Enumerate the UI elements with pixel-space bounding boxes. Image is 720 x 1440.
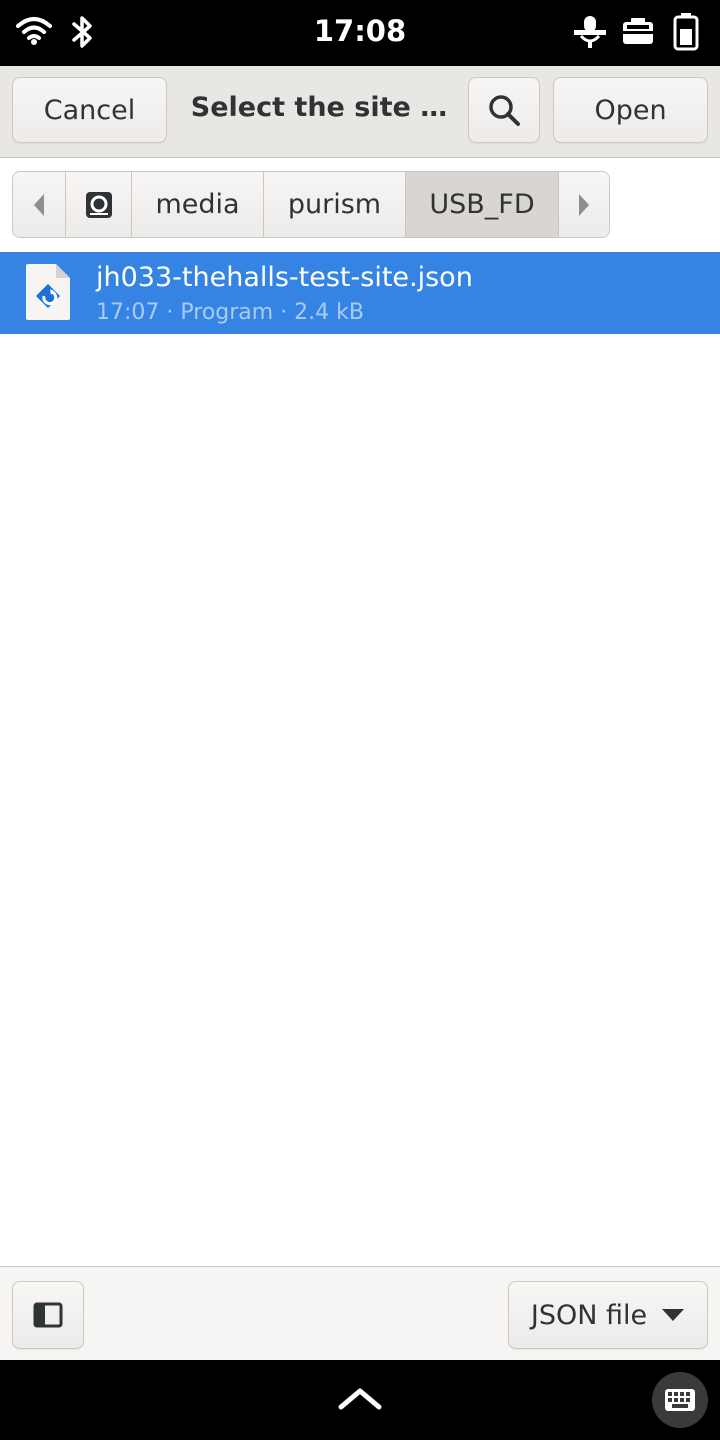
dialog-title: Select the site … <box>190 92 448 123</box>
dropdown-arrow-icon <box>662 1309 685 1321</box>
search-button[interactable] <box>468 77 540 143</box>
camera-muted-icon <box>621 18 655 44</box>
action-bar: JSON file <box>0 1266 720 1360</box>
status-bar: 17:08 <box>0 0 720 66</box>
search-icon <box>489 95 520 126</box>
pathbar-area: media purism USB_FD <box>0 158 720 252</box>
file-name: jh033-thehalls-test-site.json <box>96 262 473 293</box>
file-meta: 17:07 · Program · 2.4 kB <box>96 300 364 325</box>
path-segment-label: USB_FD <box>429 189 535 220</box>
battery-icon <box>673 13 699 51</box>
sidebar-toggle-icon <box>33 1302 63 1328</box>
drive-icon <box>85 191 112 218</box>
clock: 17:08 <box>313 14 407 48</box>
chevron-left-icon <box>34 193 44 216</box>
path-root-button[interactable] <box>66 172 132 237</box>
keyboard-icon <box>665 1389 695 1411</box>
script-file-icon <box>26 264 70 320</box>
keyboard-toggle-button[interactable] <box>652 1372 708 1428</box>
chevron-right-icon <box>579 193 589 216</box>
filter-label: JSON file <box>530 1299 648 1331</box>
path-bar: media purism USB_FD <box>12 171 610 238</box>
path-forward-button[interactable] <box>559 172 609 237</box>
path-back-button[interactable] <box>13 172 66 237</box>
open-button[interactable]: Open <box>553 77 708 143</box>
microphone-muted-icon <box>574 16 606 48</box>
file-list: jh033-thehalls-test-site.json 17:07 · Pr… <box>0 252 720 1266</box>
path-segment-media[interactable]: media <box>132 172 264 237</box>
gesture-bar <box>0 1360 720 1440</box>
path-segment-label: purism <box>287 189 382 220</box>
chevron-up-icon[interactable] <box>338 1386 382 1410</box>
open-label: Open <box>594 94 667 126</box>
file-filter-dropdown[interactable]: JSON file <box>508 1281 708 1349</box>
cancel-button[interactable]: Cancel <box>12 77 167 143</box>
path-segment-usb-fd[interactable]: USB_FD <box>406 172 559 237</box>
path-segment-label: media <box>155 189 240 220</box>
header-bar: Cancel Select the site … Open <box>0 66 720 158</box>
file-row-selected[interactable]: jh033-thehalls-test-site.json 17:07 · Pr… <box>0 252 720 334</box>
cancel-label: Cancel <box>43 94 136 126</box>
path-segment-purism[interactable]: purism <box>264 172 406 237</box>
sidebar-toggle-button[interactable] <box>12 1281 84 1349</box>
